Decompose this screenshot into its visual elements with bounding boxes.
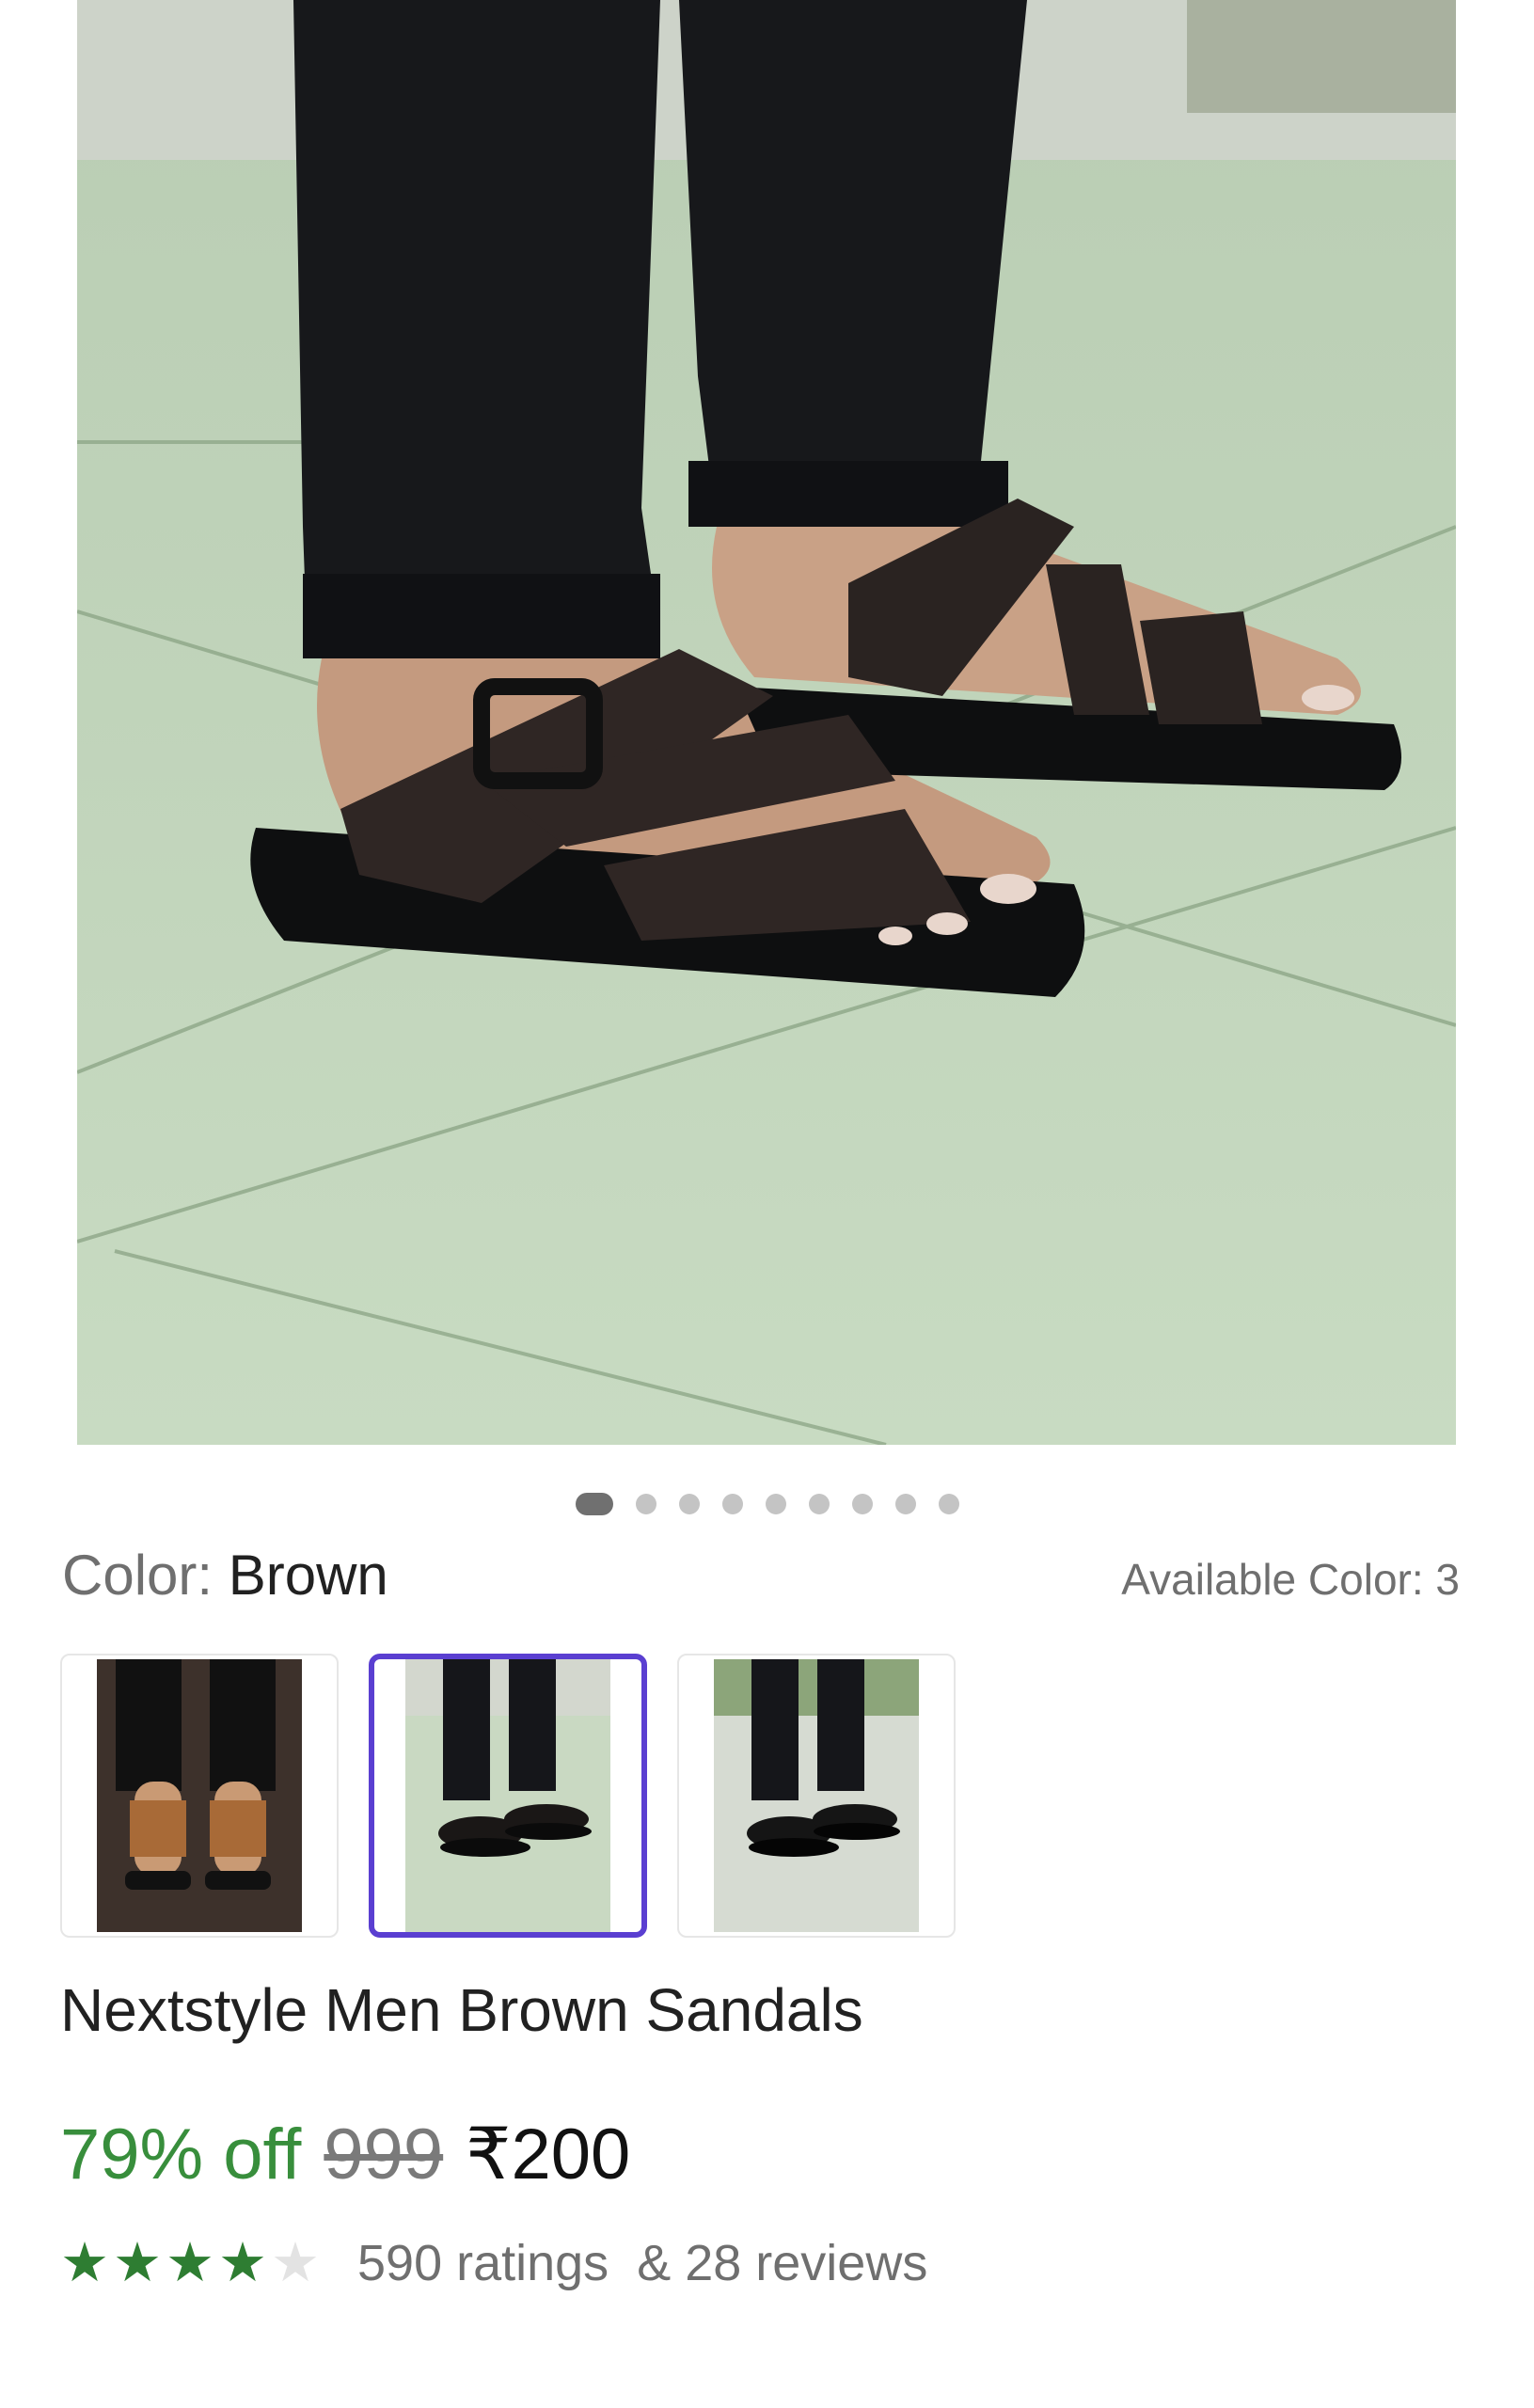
star-icon: ★ <box>271 2232 320 2293</box>
price-row: 79% off 999 ₹200 <box>60 2112 630 2195</box>
carousel-dot[interactable] <box>721 1494 743 1514</box>
carousel-dot[interactable] <box>851 1494 873 1514</box>
ratings-count: 590 ratings <box>357 2235 609 2291</box>
discount-percent: 79% off <box>60 2115 302 2194</box>
selling-price: ₹200 <box>466 2115 631 2194</box>
swatch-brown-thumbnail <box>405 1659 610 1932</box>
carousel-dot[interactable] <box>635 1494 656 1514</box>
rating-row[interactable]: ★ ★ ★ ★ ★ 590 ratings & 28 reviews <box>60 2234 927 2292</box>
star-icon: ★ <box>113 2232 162 2293</box>
available-colors-count: Available Color: 3 <box>1121 1555 1460 1604</box>
carousel-dot[interactable] <box>894 1494 916 1514</box>
swatch-black[interactable] <box>677 1654 956 1938</box>
swatch-tan-thumbnail <box>97 1659 302 1932</box>
selected-color-value: Brown <box>228 1544 388 1607</box>
color-swatches <box>60 1654 956 1938</box>
color-label-text: Color: <box>62 1544 213 1607</box>
swatch-tan[interactable] <box>60 1654 339 1938</box>
carousel-dot[interactable] <box>765 1494 786 1514</box>
star-rating: ★ ★ ★ ★ ★ <box>60 2236 320 2290</box>
color-selector-header: Color: Brown Available Color: 3 <box>62 1543 1460 1608</box>
product-image[interactable] <box>77 0 1456 1445</box>
original-price: 999 <box>324 2115 444 2194</box>
reviews-count: & 28 reviews <box>637 2235 928 2291</box>
carousel-dot[interactable] <box>678 1494 700 1514</box>
carousel-dot[interactable] <box>938 1494 959 1514</box>
swatch-black-thumbnail <box>714 1659 919 1932</box>
carousel-dot[interactable] <box>575 1493 613 1515</box>
carousel-dot[interactable] <box>808 1494 830 1514</box>
sandal-photo <box>77 0 1456 1445</box>
carousel-indicator[interactable] <box>0 1492 1534 1516</box>
product-title: Nextstyle Men Brown Sandals <box>60 1976 863 2044</box>
swatch-brown[interactable] <box>369 1654 647 1938</box>
star-icon: ★ <box>218 2232 267 2293</box>
color-label: Color: Brown <box>62 1543 388 1608</box>
star-icon: ★ <box>166 2232 214 2293</box>
star-icon: ★ <box>60 2232 109 2293</box>
